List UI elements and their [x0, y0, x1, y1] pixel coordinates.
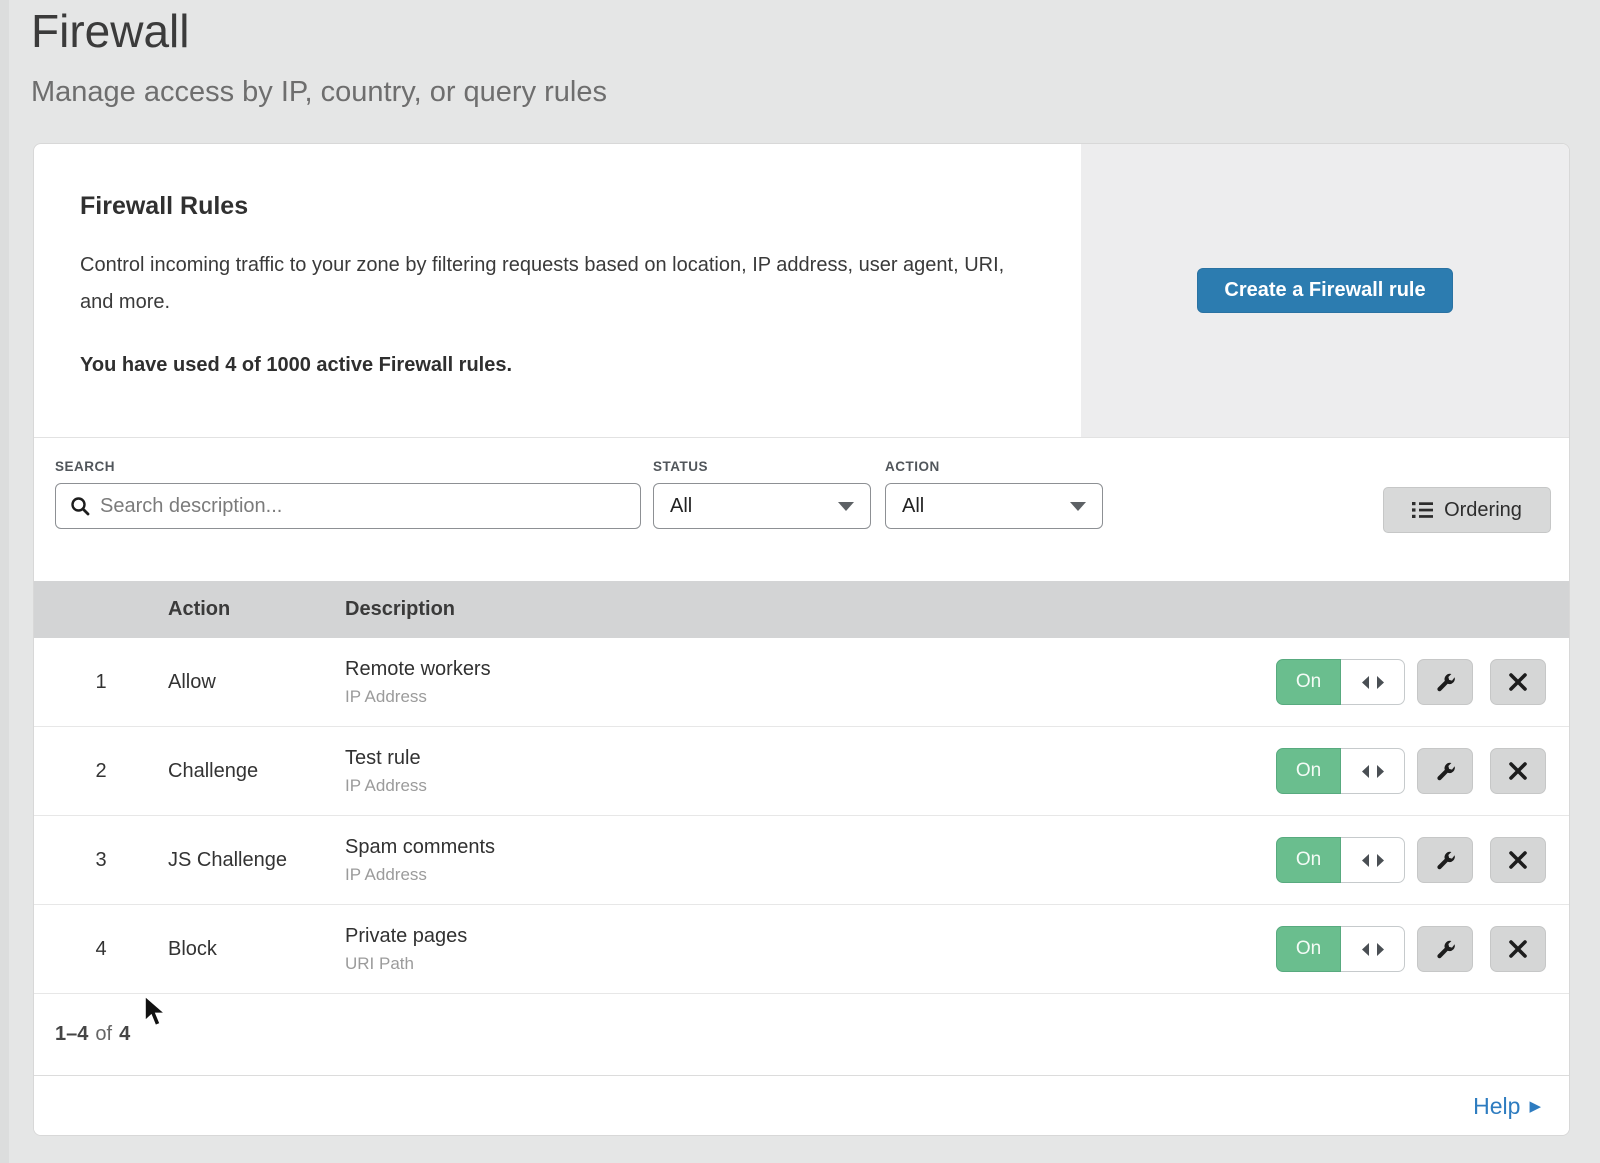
status-label: STATUS [653, 459, 871, 474]
wrench-icon [1433, 759, 1457, 783]
rule-field-text: URI Path [345, 954, 1276, 974]
help-link[interactable]: Help ▶ [1473, 1093, 1541, 1120]
delete-rule-button[interactable] [1490, 837, 1546, 883]
window-left-edge [0, 0, 9, 1163]
close-icon [1508, 761, 1528, 781]
table-row: 4 Block Private pages URI Path On [34, 905, 1569, 994]
chevron-down-icon [838, 502, 854, 511]
edit-rule-button[interactable] [1417, 926, 1473, 972]
description-column-header: Description [345, 598, 1569, 621]
rule-description: Private pages URI Path [345, 925, 1276, 974]
pagination-range: 1–4 [55, 1023, 88, 1046]
toggle-on-label[interactable]: On [1276, 837, 1341, 883]
status-filter-group: STATUS All [653, 459, 871, 529]
rule-priority: 3 [34, 849, 168, 872]
rule-description: Remote workers IP Address [345, 658, 1276, 707]
ordered-list-icon [1412, 501, 1433, 519]
wrench-icon [1433, 670, 1457, 694]
rule-controls: On [1276, 837, 1569, 883]
toggle-on-label[interactable]: On [1276, 748, 1341, 794]
card-footer: Help ▶ [34, 1075, 1569, 1136]
rule-field-text: IP Address [345, 865, 1276, 885]
pagination: 1–4 of 4 [34, 994, 1569, 1075]
rules-heading: Firewall Rules [80, 192, 1041, 221]
table-row: 3 JS Challenge Spam comments IP Address … [34, 816, 1569, 905]
pagination-of: of [95, 1023, 112, 1046]
rule-action: Allow [168, 671, 345, 694]
action-label: ACTION [885, 459, 1103, 474]
action-select[interactable]: All [885, 483, 1103, 529]
table-row: 2 Challenge Test rule IP Address On [34, 727, 1569, 816]
toggle-arrows-icon[interactable] [1341, 659, 1405, 705]
arrow-right-icon: ▶ [1529, 1099, 1541, 1114]
toggle-on-label[interactable]: On [1276, 659, 1341, 705]
search-icon [70, 496, 90, 516]
edit-rule-button[interactable] [1417, 837, 1473, 883]
rule-enabled-toggle[interactable]: On [1276, 837, 1405, 883]
rule-enabled-toggle[interactable]: On [1276, 926, 1405, 972]
rule-field-text: IP Address [345, 687, 1276, 707]
action-selected-value: All [902, 495, 924, 518]
search-label: SEARCH [55, 459, 641, 474]
close-icon [1508, 939, 1528, 959]
rule-enabled-toggle[interactable]: On [1276, 659, 1405, 705]
toggle-arrows-icon[interactable] [1341, 926, 1405, 972]
toggle-arrows-icon[interactable] [1341, 837, 1405, 883]
rule-description-text: Spam comments [345, 836, 1276, 859]
table-row: 1 Allow Remote workers IP Address On [34, 638, 1569, 727]
search-filter-group: SEARCH [55, 459, 641, 529]
rule-description: Test rule IP Address [345, 747, 1276, 796]
rule-controls: On [1276, 659, 1569, 705]
rule-action: JS Challenge [168, 849, 345, 872]
rule-field-text: IP Address [345, 776, 1276, 796]
page-title: Firewall [31, 4, 189, 58]
create-rule-panel: Create a Firewall rule [1081, 144, 1569, 437]
rule-action: Challenge [168, 760, 345, 783]
rule-description-text: Private pages [345, 925, 1276, 948]
rule-enabled-toggle[interactable]: On [1276, 748, 1405, 794]
table-header: Action Description [34, 581, 1569, 638]
status-selected-value: All [670, 495, 692, 518]
wrench-icon [1433, 937, 1457, 961]
delete-rule-button[interactable] [1490, 748, 1546, 794]
close-icon [1508, 850, 1528, 870]
help-link-label: Help [1473, 1093, 1520, 1120]
ordering-button[interactable]: Ordering [1383, 487, 1551, 533]
rule-priority: 4 [34, 938, 168, 961]
ordering-button-label: Ordering [1444, 499, 1522, 522]
filter-bar: SEARCH STATUS All ACTION All [34, 438, 1569, 581]
rules-description: Control incoming traffic to your zone by… [80, 247, 1025, 321]
rules-overview-section: Firewall Rules Control incoming traffic … [34, 144, 1569, 438]
create-firewall-rule-button[interactable]: Create a Firewall rule [1197, 268, 1452, 313]
firewall-page: { "page": { "title": "Firewall", "subtit… [0, 0, 1600, 1163]
search-input[interactable] [100, 495, 626, 518]
rule-priority: 1 [34, 671, 168, 694]
rules-usage-count: You have used 4 of 1000 active Firewall … [80, 354, 1041, 377]
toggle-on-label[interactable]: On [1276, 926, 1341, 972]
rule-priority: 2 [34, 760, 168, 783]
edit-rule-button[interactable] [1417, 748, 1473, 794]
firewall-rules-card: Firewall Rules Control incoming traffic … [33, 143, 1570, 1136]
page-subtitle: Manage access by IP, country, or query r… [31, 76, 607, 109]
search-box[interactable] [55, 483, 641, 529]
rule-controls: On [1276, 748, 1569, 794]
rule-description: Spam comments IP Address [345, 836, 1276, 885]
pagination-total: 4 [119, 1023, 130, 1046]
rule-controls: On [1276, 926, 1569, 972]
action-filter-group: ACTION All [885, 459, 1103, 529]
toggle-arrows-icon[interactable] [1341, 748, 1405, 794]
edit-rule-button[interactable] [1417, 659, 1473, 705]
wrench-icon [1433, 848, 1457, 872]
chevron-down-icon [1070, 502, 1086, 511]
status-select[interactable]: All [653, 483, 871, 529]
delete-rule-button[interactable] [1490, 659, 1546, 705]
rule-description-text: Remote workers [345, 658, 1276, 681]
close-icon [1508, 672, 1528, 692]
action-column-header: Action [168, 598, 345, 621]
rule-action: Block [168, 938, 345, 961]
rule-description-text: Test rule [345, 747, 1276, 770]
rules-info: Firewall Rules Control incoming traffic … [34, 144, 1081, 437]
delete-rule-button[interactable] [1490, 926, 1546, 972]
